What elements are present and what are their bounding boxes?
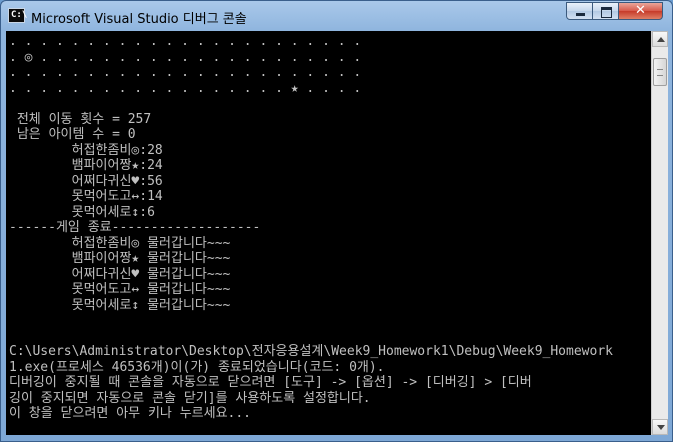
console-line: 허접한좀비◎ 물러갑니다~~~	[9, 235, 231, 251]
close-button[interactable]: ✕	[618, 2, 663, 20]
console-window: C:\ Microsoft Visual Studio 디버그 콘솔 ✕ . .…	[0, 0, 673, 442]
minimize-icon	[567, 3, 592, 19]
minimize-button[interactable]	[566, 2, 593, 20]
console-line: 어쩌다귀신♥ 물러갑니다~~~	[9, 266, 231, 282]
title-bar[interactable]: C:\ Microsoft Visual Studio 디버그 콘솔 ✕	[1, 1, 672, 31]
console-line: 못먹어세로↕:6	[9, 204, 155, 220]
console-line: . . . . . . . . . . . . . . . . . . . . …	[9, 65, 362, 80]
console-line: 어쩌다귀신♥:56	[9, 173, 163, 189]
close-icon: ✕	[635, 3, 646, 18]
scrollbar-thumb[interactable]	[653, 58, 667, 86]
console-line: C:\Users\Administrator\Desktop\전자응용설계\We…	[9, 344, 613, 359]
console-lines: . . . . . . . . . . . . . . . . . . . . …	[9, 34, 613, 422]
console-line: 뱀파이어짱★ 물러갑니다~~~	[9, 251, 231, 266]
console-icon-glyph: C:\	[11, 10, 28, 20]
console-output[interactable]: . . . . . . . . . . . . . . . . . . . . …	[6, 31, 651, 435]
scroll-down-arrow-icon[interactable]	[652, 419, 668, 435]
console-line: 허접한좀비◎:28	[9, 142, 163, 158]
maximize-icon	[593, 3, 618, 19]
console-icon[interactable]: C:\	[8, 8, 28, 23]
window-title: Microsoft Visual Studio 디버그 콘솔	[31, 12, 247, 27]
console-line: . . . . . . . . . . . . . . . . . . ★ . …	[9, 80, 362, 96]
console-line: 못먹어도고↔:14	[9, 189, 163, 204]
console-line: ------게임 종료-------------------	[9, 220, 261, 235]
console-line: . . . . . . . . . . . . . . . . . . . . …	[9, 34, 362, 49]
console-line: 못먹어도고↔ 물러갑니다~~~	[9, 282, 231, 297]
console-line: 이 창을 닫으려면 아무 키나 누르세요...	[9, 406, 252, 421]
console-line: 깅이 중지되면 자동으로 콘솔 닫기]를 사용하도록 설정합니다.	[9, 390, 371, 406]
maximize-button[interactable]	[592, 2, 619, 20]
scroll-up-arrow-icon[interactable]	[652, 31, 668, 47]
console-line: . ◎ . . . . . . . . . . . . . . . . . . …	[9, 49, 362, 65]
console-line: 뱀파이어짱★:24	[9, 158, 163, 173]
console-line: 디버깅이 중지될 때 콘솔을 자동으로 닫으려면 [도구] -> [옵션] ->…	[9, 375, 532, 390]
console-line: 못먹어세로↕ 물러갑니다~~~	[9, 297, 231, 313]
console-line: 남은 아이템 수 = 0	[9, 127, 136, 142]
console-line: 전체 이동 횟수 = 257	[9, 111, 152, 127]
console-line: 1.exe(프로세스 46536개)이(가) 종료되었습니다(코드: 0개).	[9, 359, 385, 375]
vertical-scrollbar[interactable]	[651, 31, 668, 435]
